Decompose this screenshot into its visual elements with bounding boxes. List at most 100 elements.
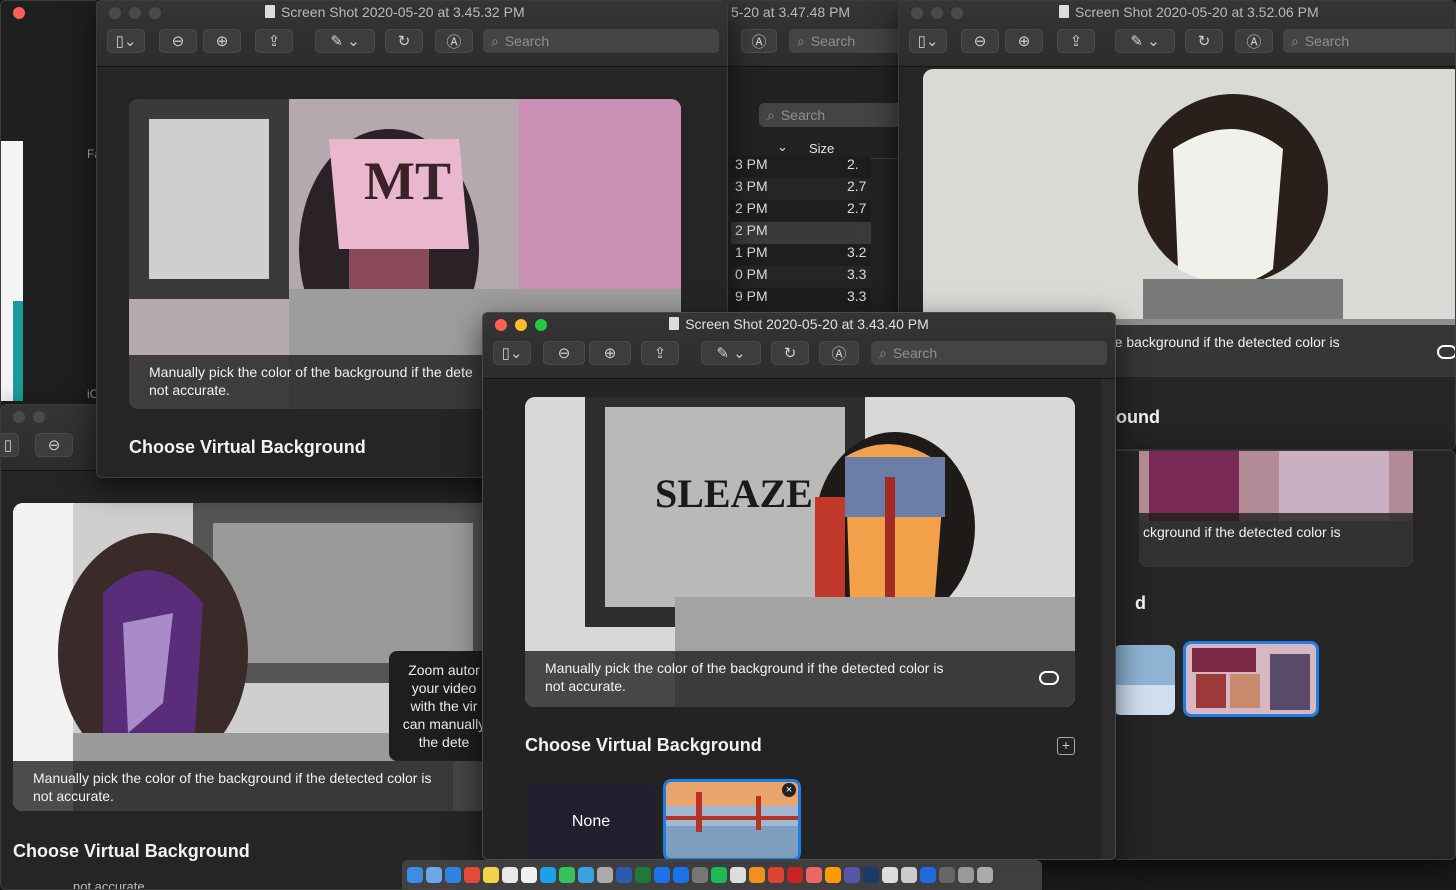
dock-app-icon[interactable] — [426, 867, 442, 883]
zoom-in-button[interactable]: ⊕ — [589, 341, 631, 365]
markup-button[interactable]: ✎ ⌄ — [315, 29, 375, 53]
rotate-icon: ↻ — [397, 33, 411, 50]
background-option-golden-gate[interactable]: × — [663, 779, 801, 859]
share-icon: ⇪ — [267, 33, 281, 50]
markup-button[interactable]: ✎ ⌄ — [1115, 29, 1175, 53]
annotate-button[interactable]: Ⓐ — [435, 29, 473, 53]
dock-app-icon[interactable] — [901, 867, 917, 883]
share-button[interactable]: ⇪ — [1057, 29, 1095, 53]
search-field[interactable]: ⌕ Search — [1283, 29, 1455, 53]
annotate-button[interactable]: Ⓐ — [741, 29, 777, 53]
sidebar-toggle-button[interactable]: ▯⌄ — [107, 29, 145, 53]
remove-background-button[interactable]: × — [782, 783, 796, 797]
size-column-header[interactable]: Size — [809, 141, 834, 156]
close-button[interactable] — [13, 7, 25, 19]
close-button[interactable] — [109, 7, 121, 19]
close-button[interactable] — [911, 7, 923, 19]
zoom-out-button[interactable]: ⊖ — [961, 29, 999, 53]
finder-row[interactable]: 3 PM 2.7 — [731, 178, 871, 200]
rotate-button[interactable]: ↻ — [1185, 29, 1223, 53]
finder-row[interactable]: 3 PM 2. — [731, 156, 871, 178]
dock-app-icon[interactable] — [654, 867, 670, 883]
dock-app-icon[interactable] — [844, 867, 860, 883]
dock-app-icon[interactable] — [920, 867, 936, 883]
finder-search-field[interactable]: ⌕ Search — [759, 103, 919, 127]
finder-row[interactable]: 0 PM 3.3 — [731, 266, 871, 288]
dock-app-icon[interactable] — [730, 867, 746, 883]
choose-background-heading: Choose Virtual Background — [129, 437, 366, 457]
background-option-none[interactable]: None — [527, 783, 655, 859]
color-picker-toggle[interactable] — [1039, 671, 1059, 685]
dock-app-icon[interactable] — [768, 867, 784, 883]
add-background-button[interactable]: + — [1057, 737, 1075, 755]
background-thumbnail-antm[interactable] — [1183, 641, 1319, 717]
finder-row[interactable]: 2 PM — [731, 222, 871, 244]
zoom-out-button[interactable]: ⊖ — [35, 433, 73, 457]
dock-app-icon[interactable] — [616, 867, 632, 883]
dock-app-icon[interactable] — [806, 867, 822, 883]
zoom-out-icon: ⊖ — [557, 345, 571, 362]
dock-app-icon[interactable] — [635, 867, 651, 883]
dock-app-icon[interactable] — [939, 867, 955, 883]
finder-row-time: 0 PM — [735, 266, 768, 282]
close-button[interactable] — [13, 411, 25, 423]
plus-icon: + — [1061, 737, 1071, 753]
rotate-icon: ↻ — [783, 345, 797, 362]
dock-app-icon[interactable] — [445, 867, 461, 883]
dock-app-icon[interactable] — [787, 867, 803, 883]
dock-app-icon[interactable] — [407, 867, 423, 883]
dock-app-icon[interactable] — [540, 867, 556, 883]
dock-app-icon[interactable] — [502, 867, 518, 883]
markup-button[interactable]: ✎ ⌄ — [701, 341, 761, 365]
sidebar-toggle-button[interactable]: ▯⌄ — [909, 29, 947, 53]
tooltip-line: with the vir — [410, 698, 478, 714]
annotate-button[interactable]: Ⓐ — [1235, 29, 1273, 53]
rotate-icon: ↻ — [1197, 33, 1211, 50]
dock-app-icon[interactable] — [559, 867, 575, 883]
dock-app-icon[interactable] — [673, 867, 689, 883]
zoom-out-button[interactable]: ⊖ — [543, 341, 585, 365]
dock-app-icon[interactable] — [749, 867, 765, 883]
sidebar-toggle-button[interactable]: ▯⌄ — [493, 341, 531, 365]
share-button[interactable]: ⇪ — [255, 29, 293, 53]
minimize-button[interactable] — [931, 7, 943, 19]
thumbnail-image — [666, 782, 798, 858]
dock-app-icon[interactable] — [597, 867, 613, 883]
dock-app-icon[interactable] — [863, 867, 879, 883]
finder-row[interactable]: 9 PM 3.3 — [731, 288, 871, 310]
share-icon: ⇪ — [1069, 33, 1083, 50]
rotate-button[interactable]: ↻ — [385, 29, 423, 53]
sidebar-toggle-button[interactable]: ▯ — [1, 433, 19, 457]
zoom-out-button[interactable]: ⊖ — [159, 29, 197, 53]
dock-app-icon[interactable] — [483, 867, 499, 883]
search-field[interactable]: ⌕ Search — [483, 29, 719, 53]
zoom-in-button[interactable]: ⊕ — [203, 29, 241, 53]
background-thumbnail-bridge[interactable] — [1113, 645, 1175, 715]
share-button[interactable]: ⇪ — [641, 341, 679, 365]
finder-row[interactable]: 2 PM 2.7 — [731, 200, 871, 222]
minimize-button[interactable] — [33, 411, 45, 423]
dock-app-icon[interactable] — [692, 867, 708, 883]
manual-pick-hint: Manually pick the color of the backgroun… — [13, 761, 489, 811]
dock-app-icon[interactable] — [711, 867, 727, 883]
dock-app-icon[interactable] — [464, 867, 480, 883]
zoom-button[interactable] — [149, 7, 161, 19]
dock-app-icon[interactable] — [958, 867, 974, 883]
window-title: Screen Shot 2020-05-20 at 3.52.06 PM — [1059, 4, 1455, 20]
dock-app-icon[interactable] — [578, 867, 594, 883]
dock-app-icon[interactable] — [977, 867, 993, 883]
color-picker-toggle[interactable] — [1437, 345, 1455, 359]
dock-app-icon[interactable] — [521, 867, 537, 883]
zoom-button[interactable] — [951, 7, 963, 19]
rotate-button[interactable]: ↻ — [771, 341, 809, 365]
minimize-button[interactable] — [129, 7, 141, 19]
chevron-down-icon[interactable]: ⌄ — [777, 139, 788, 155]
annotate-button[interactable]: Ⓐ — [819, 341, 859, 365]
window-title: Screen Shot 2020-05-20 at 3.45.32 PM — [265, 4, 727, 20]
search-field[interactable]: ⌕ Search — [871, 341, 1107, 365]
scrollbar-track[interactable] — [1101, 379, 1115, 859]
dock-app-icon[interactable] — [825, 867, 841, 883]
zoom-in-button[interactable]: ⊕ — [1005, 29, 1043, 53]
finder-row[interactable]: 1 PM 3.2 — [731, 244, 871, 266]
dock-app-icon[interactable] — [882, 867, 898, 883]
